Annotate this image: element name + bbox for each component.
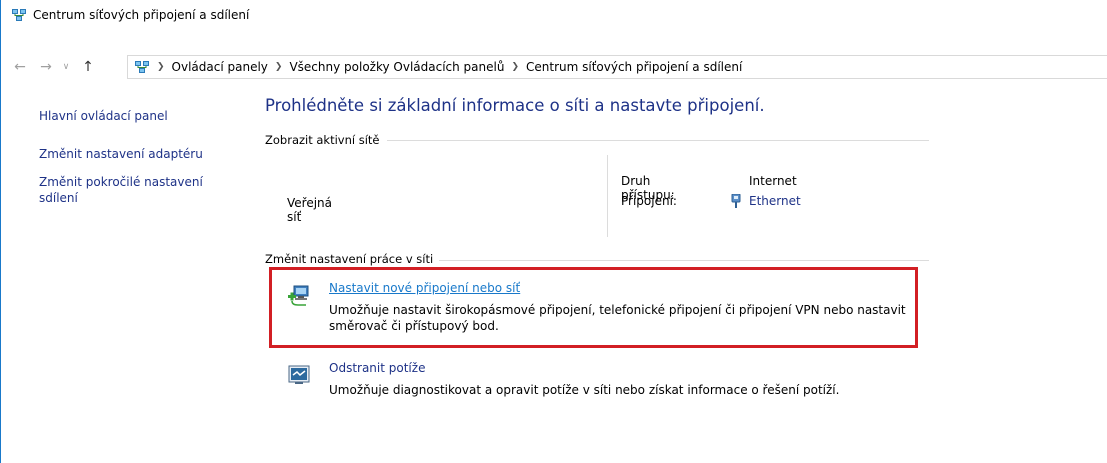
highlight-box <box>269 267 918 348</box>
sidebar-item-control-panel-home[interactable]: Hlavní ovládací panel <box>39 108 229 124</box>
ethernet-link-label[interactable]: Ethernet <box>749 194 801 208</box>
troubleshoot-icon <box>288 365 310 384</box>
breadcrumb-separator-icon[interactable]: ❯ <box>157 62 165 72</box>
address-field[interactable]: ❯ Ovládací panely ❯ Všechny položky Ovlá… <box>127 55 1107 79</box>
up-arrow-icon[interactable]: ↑ <box>81 59 95 75</box>
network-center-icon <box>12 9 26 21</box>
change-settings-section-title: Změnit nastavení práce v síti <box>265 252 434 266</box>
breadcrumb-separator-icon[interactable]: ❯ <box>275 62 283 72</box>
breadcrumb-control-panel[interactable]: Ovládací panely <box>172 60 268 74</box>
active-networks-section-title: Zobrazit aktivní sítě <box>265 133 380 147</box>
breadcrumb-separator-icon[interactable]: ❯ <box>511 62 519 72</box>
troubleshoot-link[interactable]: Odstranit potíže <box>329 361 425 375</box>
network-name: Veřejná síť <box>287 196 333 224</box>
control-panel-window: Centrum síťových připojení a sdílení ← →… <box>0 0 1107 463</box>
breadcrumb-network-center[interactable]: Centrum síťových připojení a sdílení <box>526 60 742 74</box>
address-bar: ← → ∨ ↑ ❯ Ovládací panely ❯ Všechny polo… <box>1 55 1107 79</box>
network-center-icon <box>135 61 149 73</box>
access-type-value: Internet <box>749 174 797 188</box>
back-arrow-icon[interactable]: ← <box>13 59 27 75</box>
section-divider <box>439 260 929 261</box>
window-title: Centrum síťových připojení a sdílení <box>33 8 250 22</box>
chevron-down-icon[interactable]: ∨ <box>61 62 71 72</box>
title-bar: Centrum síťových připojení a sdílení <box>1 0 1107 30</box>
sidebar-item-change-advanced-sharing[interactable]: Změnit pokročilé nastavení sdílení <box>39 174 229 206</box>
ethernet-plug-icon <box>731 194 741 208</box>
troubleshoot-description: Umožňuje diagnostikovat a opravit potíže… <box>329 383 840 397</box>
section-divider <box>387 140 929 141</box>
breadcrumb-all-items[interactable]: Všechny položky Ovládacích panelů <box>289 60 504 74</box>
forward-arrow-icon[interactable]: → <box>39 59 53 75</box>
connections-label: Připojení: <box>621 194 677 208</box>
ethernet-connection-link[interactable]: Ethernet <box>731 194 801 208</box>
vertical-divider <box>607 155 608 237</box>
sidebar-item-change-adapter-settings[interactable]: Změnit nastavení adaptéru <box>39 146 229 162</box>
page-title: Prohlédněte si základní informace o síti… <box>265 96 765 115</box>
